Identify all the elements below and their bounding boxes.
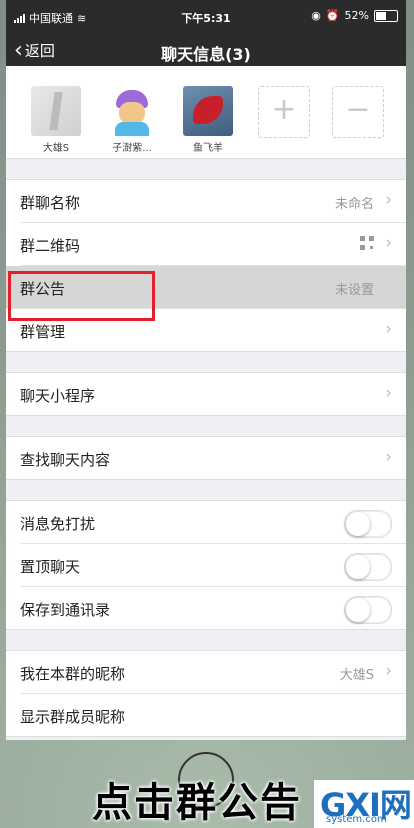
row-label: 群聊名称 [20,194,81,212]
row-label: 查找聊天内容 [20,451,111,469]
remove-member-button[interactable]: − [332,86,384,138]
mini-program-section: 聊天小程序 › [6,372,406,416]
highlight-annotation [8,271,155,321]
status-bar: 中国联通 ≋ 下午5:31 ◉ ⏰ 52% [6,0,406,34]
chevron-right-icon: › [385,661,392,681]
orientation-lock-icon: ◉ [311,9,321,22]
member-list: 大雄S 子澍紫... 鱼飞羊 + − [6,66,406,159]
search-section: 查找聊天内容 › [6,436,406,480]
nav-bar: ‹ 返回 聊天信息(3) [6,34,406,66]
group-qr-row[interactable]: 群二维码 › [20,223,406,266]
watermark: GXI网 system.com [314,780,414,828]
watermark-domain: system.com [326,814,387,825]
row-value: 未设置 [334,283,374,298]
section-gap [6,630,406,650]
row-label: 保存到通讯录 [20,601,111,619]
nickname-section: 我在本群的昵称 大雄S › 显示群成员昵称 [6,650,406,737]
mini-program-row[interactable]: 聊天小程序 › [20,373,406,415]
toggle-knob [346,598,370,622]
member-name: 鱼飞羊 [193,143,223,154]
member-item[interactable]: 子澍紫... [104,86,160,154]
row-value: 大雄S [339,668,374,683]
my-nickname-row[interactable]: 我在本群的昵称 大雄S › [20,651,406,694]
member-name: 大雄S [42,143,70,154]
row-label: 消息免打扰 [20,515,96,533]
minus-icon: − [345,92,371,127]
toggle-knob [346,555,370,579]
section-gap [6,352,406,372]
caption-text: 点击群公告 [92,779,302,826]
avatar [31,86,81,136]
member-name: 子澍紫... [112,143,152,154]
group-settings-section: 群聊名称 未命名 › 群二维码 › 群公告 未设置 群管理 › [6,179,406,352]
row-label: 群二维码 [20,237,81,255]
chevron-right-icon: › [385,383,392,403]
pin-toggle[interactable] [344,553,392,581]
section-gap [6,416,406,436]
row-label: 置顶聊天 [20,558,81,576]
show-nicknames-row: 显示群成员昵称 [20,694,406,736]
phone-frame: 中国联通 ≋ 下午5:31 ◉ ⏰ 52% ‹ 返回 聊天信息(3) 大雄S 子… [0,0,414,828]
chevron-right-icon: › [385,319,392,339]
row-label: 群管理 [20,323,66,341]
page-title: 聊天信息(3) [161,45,251,64]
section-gap [6,159,406,179]
pin-row: 置顶聊天 [20,544,406,587]
battery-icon [374,9,398,22]
status-right: ◉ ⏰ 52% [311,9,398,22]
screen: 中国联通 ≋ 下午5:31 ◉ ⏰ 52% ‹ 返回 聊天信息(3) 大雄S 子… [6,0,406,740]
member-item[interactable]: 大雄S [28,86,84,154]
save-contacts-toggle[interactable] [344,596,392,624]
member-item[interactable]: 鱼飞羊 [180,86,236,154]
section-gap [6,480,406,500]
qr-code-icon [360,236,374,250]
chevron-right-icon: › [385,447,392,467]
toggle-knob [346,512,370,536]
avatar [183,86,233,136]
row-label: 显示群成员昵称 [20,708,126,726]
add-member-button[interactable]: + [258,86,310,138]
row-label: 聊天小程序 [20,387,96,405]
chevron-right-icon: › [385,233,392,253]
mute-toggle[interactable] [344,510,392,538]
row-label: 我在本群的昵称 [20,665,126,683]
plus-icon: + [271,92,297,127]
save-contacts-row: 保存到通讯录 [20,587,406,629]
avatar [107,86,157,136]
toggles-section: 消息免打扰 置顶聊天 保存到通讯录 [6,500,406,630]
battery-label: 52% [344,9,369,22]
mute-row: 消息免打扰 [20,501,406,544]
chevron-right-icon: › [385,190,392,210]
row-value: 未命名 [334,197,374,212]
group-name-row[interactable]: 群聊名称 未命名 › [20,180,406,223]
search-chat-row[interactable]: 查找聊天内容 › [20,437,406,479]
alarm-icon: ⏰ [325,9,340,22]
